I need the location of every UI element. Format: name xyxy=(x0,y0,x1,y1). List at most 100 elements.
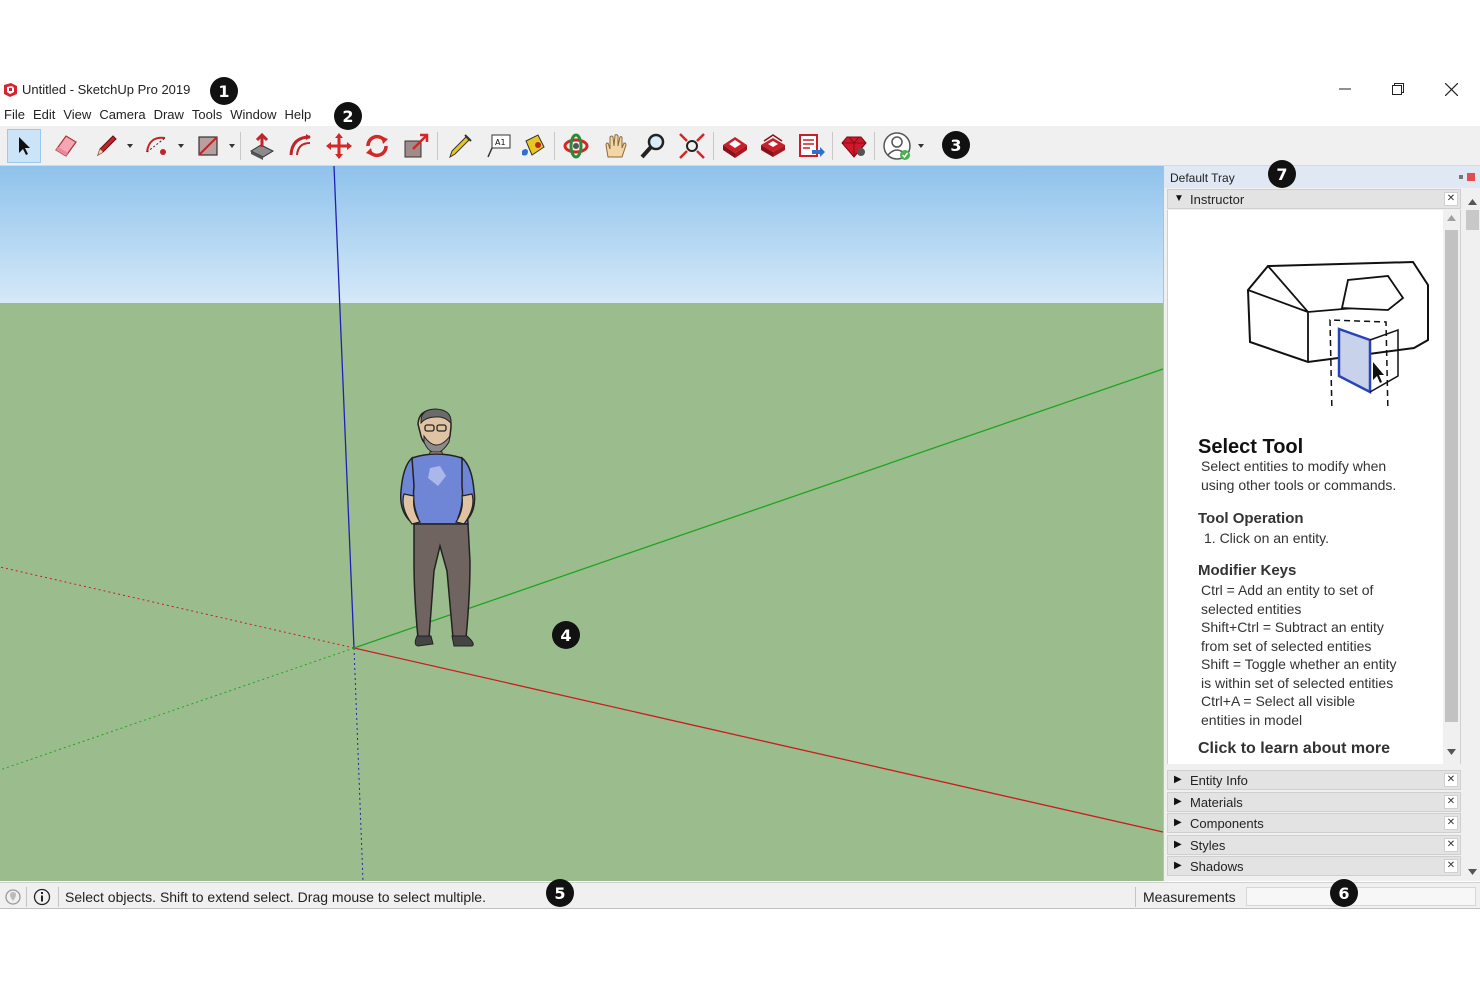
sketchup-window: Untitled - SketchUp Pro 2019 1 File Edit… xyxy=(0,0,1480,987)
tray-scroll-thumb[interactable] xyxy=(1466,210,1479,230)
minimize-button[interactable] xyxy=(1322,78,1368,100)
tray-close-icon[interactable] xyxy=(1467,173,1475,181)
menu-view[interactable]: View xyxy=(59,104,95,126)
toolbar-separator xyxy=(713,132,714,160)
eraser-icon xyxy=(55,135,77,157)
offset-tool-button[interactable] xyxy=(284,129,318,163)
push-pull-tool-button[interactable] xyxy=(245,129,279,163)
measurements-label: Measurements xyxy=(1143,889,1236,905)
geolocation-icon[interactable] xyxy=(4,888,22,906)
panel-close-icon[interactable]: ✕ xyxy=(1444,192,1458,206)
restore-button[interactable] xyxy=(1375,78,1421,100)
toolbar-separator xyxy=(832,132,833,160)
ruby-gem-icon xyxy=(841,136,867,158)
status-bar: Select objects. Shift to extend select. … xyxy=(0,882,1480,909)
callout-badge: 7 xyxy=(1268,160,1296,188)
instructor-panel-header[interactable]: ▼ Instructor ✕ xyxy=(1167,189,1461,209)
scroll-down-icon[interactable] xyxy=(1447,749,1456,755)
panel-close-icon[interactable]: ✕ xyxy=(1444,859,1458,873)
select-tool-button[interactable] xyxy=(7,129,41,163)
modifier-line: from set of selected entities xyxy=(1201,638,1372,654)
instructor-description-line: using other tools or commands. xyxy=(1201,477,1397,493)
toolbar-separator xyxy=(874,132,875,160)
styles-panel-header[interactable]: ▶ Styles ✕ xyxy=(1167,835,1461,855)
paint-bucket-tool-button[interactable] xyxy=(516,129,550,163)
entity-info-panel-header[interactable]: ▶ Entity Info ✕ xyxy=(1167,770,1461,790)
scroll-up-icon[interactable] xyxy=(1447,215,1456,221)
getting-started-toolbar: A1 xyxy=(0,126,1480,166)
measurements-box[interactable] xyxy=(1246,887,1476,906)
menu-window[interactable]: Window xyxy=(226,104,280,126)
orbit-icon xyxy=(563,133,589,159)
move-tool-button[interactable] xyxy=(322,129,356,163)
instructor-scrollbar[interactable] xyxy=(1443,210,1460,764)
extension-icon xyxy=(761,134,785,157)
status-separator xyxy=(1135,887,1136,907)
panel-close-icon[interactable]: ✕ xyxy=(1444,795,1458,809)
menu-file[interactable]: File xyxy=(0,104,29,126)
tray-scroll-up-icon[interactable] xyxy=(1468,199,1477,205)
zoom-extents-tool-button[interactable] xyxy=(675,129,709,163)
tray-scrollbar[interactable] xyxy=(1464,196,1480,881)
instructor-scroll-thumb[interactable] xyxy=(1445,230,1458,722)
callout-badge: 1 xyxy=(210,77,238,105)
expand-arrow-icon: ▶ xyxy=(1174,839,1182,850)
menu-bar: File Edit View Camera Draw Tools Window … xyxy=(0,104,315,126)
drawing-area[interactable] xyxy=(0,166,1163,881)
svg-text:A1: A1 xyxy=(495,138,506,147)
arc-tool-dropdown-icon[interactable] xyxy=(177,142,185,150)
line-tool-dropdown-icon[interactable] xyxy=(126,142,134,150)
rectangle-tool-dropdown-icon[interactable] xyxy=(228,142,236,150)
modifier-keys-heading: Modifier Keys xyxy=(1198,562,1297,579)
materials-panel-header[interactable]: ▶ Materials ✕ xyxy=(1167,792,1461,812)
text-tool-button[interactable]: A1 xyxy=(481,129,515,163)
extension-manager-button[interactable] xyxy=(837,129,871,163)
green-axis-negative xyxy=(0,647,355,771)
scale-figure[interactable] xyxy=(399,408,476,647)
rotate-tool-button[interactable] xyxy=(360,129,394,163)
magnifier-icon xyxy=(640,133,665,159)
layout-icon xyxy=(799,134,825,157)
orbit-tool-button[interactable] xyxy=(559,129,593,163)
info-icon[interactable] xyxy=(33,888,51,906)
extension-warehouse-button[interactable] xyxy=(756,129,790,163)
hand-icon xyxy=(605,134,627,158)
shadows-panel-header[interactable]: ▶ Shadows ✕ xyxy=(1167,856,1461,876)
default-tray: Default Tray ▼ Instructor ✕ Select Tool … xyxy=(1163,166,1480,881)
pan-tool-button[interactable] xyxy=(598,129,632,163)
arc-tool-button[interactable] xyxy=(140,129,174,163)
window-title: Untitled - SketchUp Pro 2019 xyxy=(22,82,191,97)
expand-arrow-icon: ▶ xyxy=(1174,860,1182,871)
rectangle-tool-button[interactable] xyxy=(191,129,225,163)
menu-help[interactable]: Help xyxy=(281,104,316,126)
menu-edit[interactable]: Edit xyxy=(29,104,59,126)
line-tool-button[interactable] xyxy=(89,129,123,163)
status-separator xyxy=(26,887,27,907)
panel-label: Materials xyxy=(1190,795,1243,810)
close-button[interactable] xyxy=(1428,78,1474,100)
menu-tools[interactable]: Tools xyxy=(188,104,226,126)
panel-close-icon[interactable]: ✕ xyxy=(1444,816,1458,830)
expand-arrow-icon: ▶ xyxy=(1174,817,1182,828)
tape-measure-tool-button[interactable] xyxy=(442,129,476,163)
account-dropdown-icon[interactable] xyxy=(917,142,925,150)
tray-pin-icon[interactable] xyxy=(1459,175,1463,179)
status-separator xyxy=(58,887,59,907)
zoom-tool-button[interactable] xyxy=(636,129,670,163)
send-to-layout-button[interactable] xyxy=(794,129,828,163)
eraser-tool-button[interactable] xyxy=(49,129,83,163)
tray-title: Default Tray xyxy=(1170,171,1235,185)
3d-warehouse-button[interactable] xyxy=(718,129,752,163)
account-button[interactable] xyxy=(880,129,914,163)
panel-close-icon[interactable]: ✕ xyxy=(1444,838,1458,852)
menu-camera[interactable]: Camera xyxy=(95,104,149,126)
callout-badge: 6 xyxy=(1330,879,1358,907)
select-tool-illustration xyxy=(1246,260,1429,410)
scale-tool-button[interactable] xyxy=(399,129,433,163)
panel-close-icon[interactable]: ✕ xyxy=(1444,773,1458,787)
tray-scroll-down-icon[interactable] xyxy=(1468,869,1477,875)
minimize-icon xyxy=(1339,88,1351,90)
learn-more-link[interactable]: Click to learn about more xyxy=(1198,740,1390,758)
components-panel-header[interactable]: ▶ Components ✕ xyxy=(1167,813,1461,833)
menu-draw[interactable]: Draw xyxy=(150,104,188,126)
